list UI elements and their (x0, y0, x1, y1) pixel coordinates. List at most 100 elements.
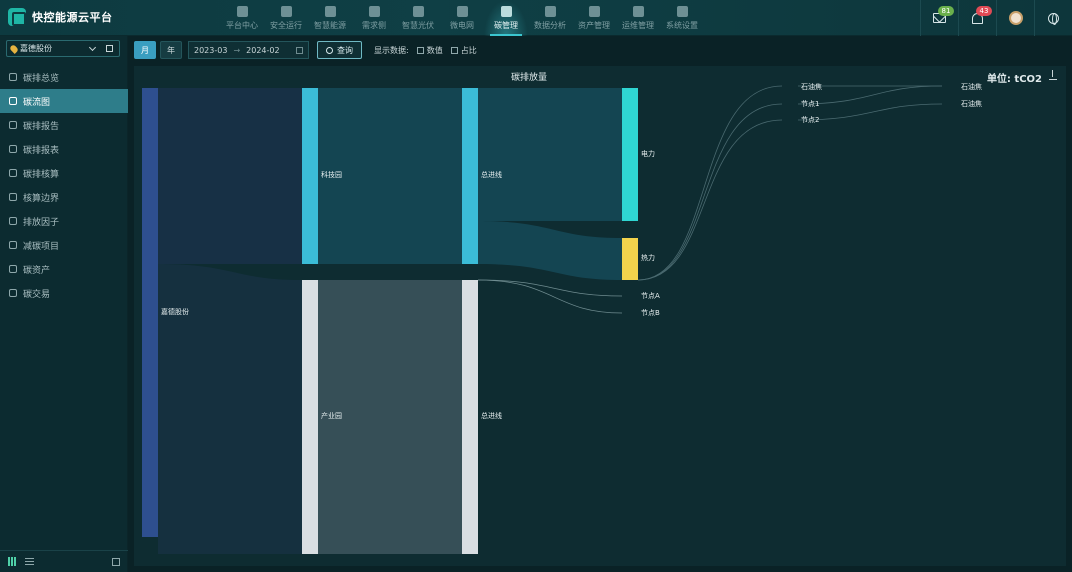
nav-platform-center[interactable]: 平台中心 (220, 0, 264, 36)
arrow-right-icon: → (233, 45, 241, 55)
link-node1-shiyoujiao (637, 103, 783, 281)
label-reli: 热力 (641, 253, 655, 262)
nav-data-analysis[interactable]: 数据分析 (528, 0, 572, 36)
query-button[interactable]: 查询 (317, 41, 362, 59)
ratio-checkbox[interactable]: 占比 (450, 45, 477, 56)
nav-safety[interactable]: 安全运行 (264, 0, 308, 36)
sidebar: 嘉德股份 碳排总览 碳流图 碳排报告 碳排报表 碳排核算 核算边界 排放因子 减… (0, 36, 128, 572)
asset-icon (9, 265, 17, 273)
node-zongjinxian-1[interactable] (462, 88, 478, 264)
sidebar-item-carbon-asset[interactable]: 碳资产 (0, 257, 128, 281)
date-range-picker[interactable]: 2023-03 → 2024-02 (188, 41, 309, 59)
database-icon (588, 5, 600, 17)
node-dianli[interactable] (622, 88, 638, 221)
nav-label: 运维管理 (622, 20, 654, 30)
node-chanye[interactable] (302, 280, 318, 554)
nav-label: 碳管理 (494, 20, 518, 30)
solar-panel-icon (412, 5, 424, 17)
top-header: 快控能源云平台 平台中心 安全运行 智慧能源 需求侧 智慧光伏 微电网 碳管理 … (0, 0, 1072, 36)
document-icon (9, 121, 17, 129)
label-shiyoujiao-1: 石油焦 (961, 82, 982, 91)
link-zongjinxian-nodeA (477, 279, 623, 297)
node-jiade[interactable] (142, 88, 158, 537)
server-icon (368, 5, 380, 17)
grid-network-icon (456, 5, 468, 17)
date-start: 2023-03 (194, 45, 228, 55)
nav-microgrid[interactable]: 微电网 (440, 0, 484, 36)
brand[interactable]: 快控能源云平台 (8, 8, 113, 26)
sidebar-menu: 碳排总览 碳流图 碳排报告 碳排报表 碳排核算 核算边界 排放因子 减碳项目 碳… (0, 65, 128, 305)
month-button[interactable]: 月 (134, 41, 156, 59)
chart-panel: 嘉德股份 科技园 产业园 总进线 总进线 电力 热力 节点A 节点B 石油焦 节… (134, 66, 1066, 566)
language-button[interactable] (1034, 0, 1072, 36)
checkbox-icon (416, 46, 424, 54)
org-select[interactable]: 嘉德股份 (6, 40, 120, 57)
list-icon[interactable] (25, 558, 34, 565)
nav-label: 数据分析 (534, 20, 566, 30)
sidebar-item-carbon-trade[interactable]: 碳交易 (0, 281, 128, 305)
filter-bar: 月 年 2023-03 → 2024-02 查询 显示数据: 数值 占比 (134, 40, 477, 60)
label-chanye: 产业园 (321, 411, 342, 420)
user-menu[interactable] (996, 0, 1034, 36)
sidebar-item-carbon-overview[interactable]: 碳排总览 (0, 65, 128, 89)
nav-asset-management[interactable]: 资产管理 (572, 0, 616, 36)
sidebar-item-label: 碳排总览 (23, 73, 60, 84)
nav-smart-pv[interactable]: 智慧光伏 (396, 0, 440, 36)
messages-button[interactable]: 81 (920, 0, 958, 36)
nav-label: 安全运行 (270, 20, 302, 30)
recycle-icon (9, 73, 17, 81)
search-icon (326, 46, 333, 54)
sidebar-item-label: 碳排核算 (23, 169, 60, 180)
link-reli-shiyoujiao (637, 85, 783, 281)
sidebar-item-accounting-boundary[interactable]: 核算边界 (0, 185, 128, 209)
sidebar-item-carbon-report[interactable]: 碳排报告 (0, 113, 128, 137)
sidebar-item-label: 碳排报表 (23, 145, 60, 156)
flow-chart-icon (9, 97, 17, 105)
show-data-label: 显示数据: (374, 45, 409, 55)
label-zongjinxian-1: 总进线 (481, 170, 502, 179)
download-icon[interactable] (1049, 70, 1057, 80)
nav-om-management[interactable]: 运维管理 (616, 0, 660, 36)
sidebar-item-carbon-accounting[interactable]: 碳排核算 (0, 161, 128, 185)
sidebar-item-emission-factor[interactable]: 排放因子 (0, 209, 128, 233)
header-actions: 81 43 (920, 0, 1072, 36)
year-button[interactable]: 年 (160, 41, 182, 59)
checkbox-icon (450, 46, 458, 54)
alerts-button[interactable]: 43 (958, 0, 996, 36)
collapse-icon[interactable] (112, 557, 120, 566)
nav-demand-side[interactable]: 需求侧 (352, 0, 396, 36)
label-shiyoujiao-mid: 石油焦 (801, 82, 822, 91)
nav-carbon-management[interactable]: 碳管理 (484, 0, 528, 36)
project-icon (9, 241, 17, 249)
label-dianli: 电力 (641, 149, 655, 158)
nav-label: 微电网 (450, 20, 474, 30)
link-node2-shiyoujiao (637, 119, 783, 281)
node-zongjinxian-2[interactable] (462, 280, 478, 554)
chart-title: 碳排放量 (510, 73, 547, 83)
label-jiade: 嘉德股份 (161, 307, 189, 316)
nav-smart-energy[interactable]: 智慧能源 (308, 0, 352, 36)
sidebar-item-reduction-project[interactable]: 减碳项目 (0, 233, 128, 257)
node-keji[interactable] (302, 88, 318, 264)
sidebar-item-carbon-statement[interactable]: 碳排报表 (0, 137, 128, 161)
label-shiyoujiao-2: 石油焦 (961, 99, 982, 108)
sidebar-item-carbon-flow[interactable]: 碳流图 (0, 89, 128, 113)
link-jiade-keji (158, 88, 302, 264)
calculate-icon (9, 169, 17, 177)
apps-icon[interactable] (8, 557, 17, 566)
tree-grid-icon[interactable] (106, 45, 113, 52)
mail-count-badge: 81 (938, 6, 954, 16)
avatar (1008, 11, 1023, 25)
node-reli[interactable] (622, 238, 638, 280)
pie-chart-icon (544, 5, 556, 17)
nav-system-settings[interactable]: 系统设置 (660, 0, 704, 36)
platform-icon (236, 5, 248, 17)
chevron-down-icon (88, 43, 97, 51)
nav-label: 需求侧 (362, 20, 386, 30)
alert-count-badge: 43 (976, 6, 992, 16)
nav-label: 系统设置 (666, 20, 698, 30)
tools-icon (632, 5, 644, 17)
value-checkbox[interactable]: 数值 (416, 45, 443, 56)
sidebar-item-label: 碳交易 (23, 289, 51, 300)
calendar-icon (296, 46, 303, 54)
